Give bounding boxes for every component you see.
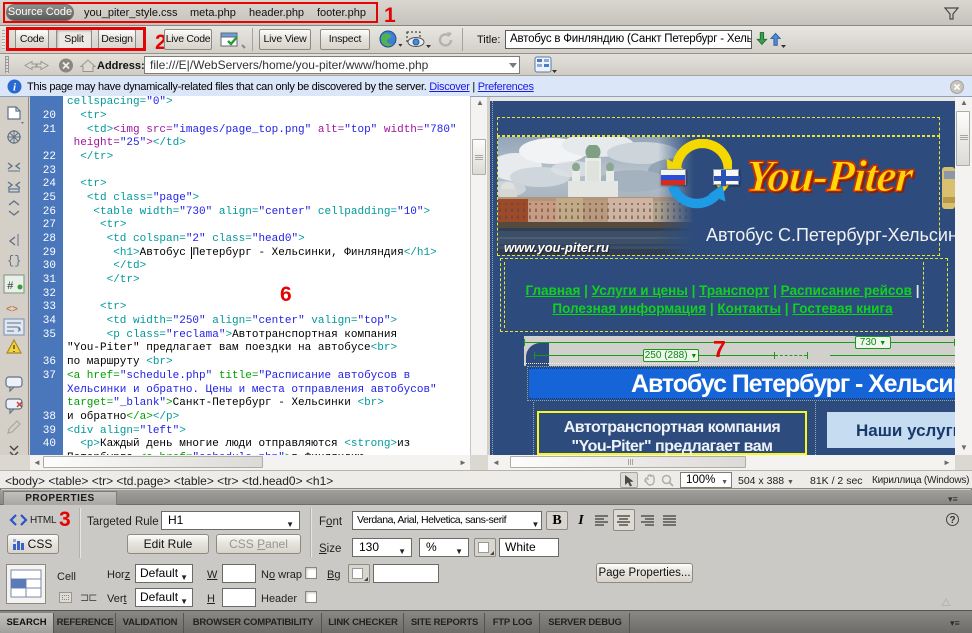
svg-text:#: # xyxy=(7,281,14,293)
svg-text:{}: {} xyxy=(7,254,21,268)
svg-text:<>: <> xyxy=(6,305,18,316)
